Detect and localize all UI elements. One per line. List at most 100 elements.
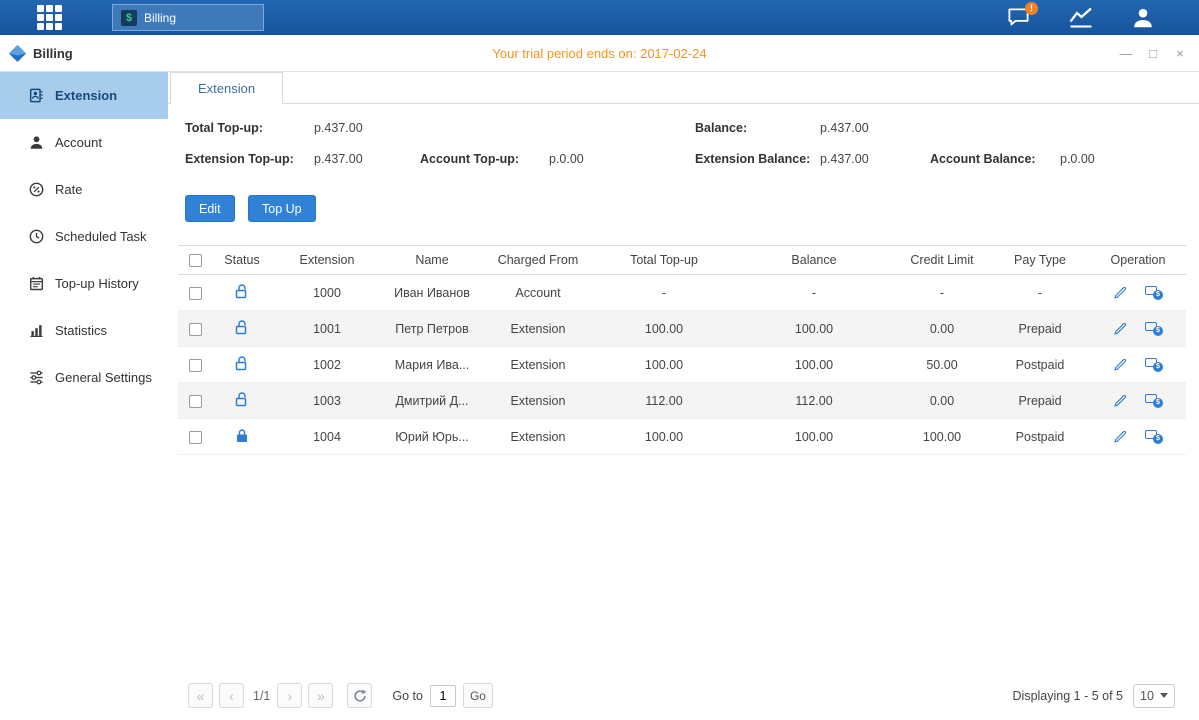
sidebar-item-statistics[interactable]: Statistics xyxy=(0,307,168,354)
cell-charged-from: Extension xyxy=(482,347,594,383)
sidebar-item-extension[interactable]: Extension xyxy=(0,72,168,119)
summary-total-topup: Total Top-up: p.437.00 xyxy=(185,119,695,137)
cell-pay-type: Postpaid xyxy=(990,347,1090,383)
page-size-value: 10 xyxy=(1140,689,1154,703)
edit-button[interactable]: Edit xyxy=(185,195,235,222)
edit-icon[interactable] xyxy=(1113,429,1128,444)
col-status: Status xyxy=(212,246,272,275)
lock-closed-icon xyxy=(235,432,249,446)
select-all-checkbox[interactable] xyxy=(189,254,202,267)
top-up-button[interactable]: Top Up xyxy=(248,195,316,222)
sliders-icon xyxy=(28,370,44,385)
close-button[interactable]: × xyxy=(1173,46,1187,61)
page-indicator: 1/1 xyxy=(253,689,270,703)
table-row: 1002 Мария Ива... Extension 100.00 100.0… xyxy=(178,347,1186,383)
clock-icon xyxy=(28,229,44,244)
cell-extension: 1002 xyxy=(272,347,382,383)
cell-credit-limit: 100.00 xyxy=(894,419,990,455)
cell-credit-limit: 0.00 xyxy=(894,383,990,419)
edit-icon[interactable] xyxy=(1113,357,1128,372)
taskbar-tab-label: Billing xyxy=(144,11,176,25)
displaying-text: Displaying 1 - 5 of 5 xyxy=(1013,689,1123,703)
pagination-summary: Displaying 1 - 5 of 5 10 xyxy=(1013,684,1175,708)
edit-icon[interactable] xyxy=(1113,393,1128,408)
apps-grid-icon[interactable] xyxy=(37,5,62,30)
sidebar-item-label: General Settings xyxy=(55,370,152,385)
edit-icon[interactable] xyxy=(1113,321,1128,336)
topup-icon[interactable]: $ xyxy=(1145,393,1163,408)
cell-balance: 100.00 xyxy=(734,347,894,383)
chevron-down-icon xyxy=(1160,693,1168,698)
billing-app-icon: $ xyxy=(121,10,137,26)
row-checkbox[interactable] xyxy=(189,395,202,408)
cell-balance: - xyxy=(734,275,894,311)
window-title-bar: Billing Your trial period ends on: 2017-… xyxy=(0,35,1199,72)
cell-charged-from: Extension xyxy=(482,419,594,455)
sidebar-item-label: Statistics xyxy=(55,323,107,338)
row-checkbox[interactable] xyxy=(189,323,202,336)
select-all-cell xyxy=(178,246,212,275)
cell-balance: 100.00 xyxy=(734,419,894,455)
cell-name: Мария Ива... xyxy=(382,347,482,383)
first-page-button[interactable]: « xyxy=(188,683,213,708)
cell-charged-from: Account xyxy=(482,275,594,311)
cell-credit-limit: 50.00 xyxy=(894,347,990,383)
col-extension: Extension xyxy=(272,246,382,275)
refresh-icon[interactable] xyxy=(347,683,372,708)
go-button[interactable]: Go xyxy=(463,683,493,708)
main-panel: Extension Total Top-up: p.437.00 Balance… xyxy=(168,72,1199,720)
row-checkbox[interactable] xyxy=(189,287,202,300)
sidebar-item-general-settings[interactable]: General Settings xyxy=(0,354,168,401)
maximize-button[interactable]: □ xyxy=(1146,46,1160,61)
rate-icon xyxy=(28,182,44,197)
cell-extension: 1003 xyxy=(272,383,382,419)
user-icon[interactable] xyxy=(1131,6,1155,30)
goto-page-input[interactable] xyxy=(430,685,456,707)
cell-name: Петр Петров xyxy=(382,311,482,347)
cell-total-topup: - xyxy=(594,275,734,311)
billing-logo-icon xyxy=(8,44,27,63)
minimize-button[interactable]: — xyxy=(1119,46,1133,61)
col-balance: Balance xyxy=(734,246,894,275)
last-page-button[interactable]: » xyxy=(308,683,333,708)
chart-icon[interactable] xyxy=(1068,6,1094,29)
cell-extension: 1001 xyxy=(272,311,382,347)
window-controls: — □ × xyxy=(1119,46,1187,61)
summary-account-topup: Account Top-up: p.0.00 xyxy=(420,150,695,168)
cell-total-topup: 100.00 xyxy=(594,311,734,347)
next-page-button[interactable]: › xyxy=(277,683,302,708)
cell-pay-type: Prepaid xyxy=(990,311,1090,347)
summary-account-balance: Account Balance: p.0.00 xyxy=(930,150,1095,168)
table-row: 1001 Петр Петров Extension 100.00 100.00… xyxy=(178,311,1186,347)
row-checkbox[interactable] xyxy=(189,431,202,444)
cell-charged-from: Extension xyxy=(482,383,594,419)
cell-extension: 1004 xyxy=(272,419,382,455)
edit-icon[interactable] xyxy=(1113,285,1128,300)
sidebar-item-scheduled-task[interactable]: Scheduled Task xyxy=(0,213,168,260)
sidebar-item-topup-history[interactable]: Top-up History xyxy=(0,260,168,307)
row-checkbox[interactable] xyxy=(189,359,202,372)
cell-total-topup: 112.00 xyxy=(594,383,734,419)
cell-name: Юрий Юрь... xyxy=(382,419,482,455)
pagination-bar: « ‹ 1/1 › » Go to Go Displaying 1 - 5 of… xyxy=(168,683,1199,720)
top-bar: $ Billing ! xyxy=(0,0,1199,35)
lock-open-icon xyxy=(235,288,249,302)
topup-icon[interactable]: $ xyxy=(1145,429,1163,444)
chat-icon[interactable]: ! xyxy=(1006,6,1031,29)
lock-open-icon xyxy=(235,360,249,374)
topup-icon[interactable]: $ xyxy=(1145,321,1163,336)
page-size-select[interactable]: 10 xyxy=(1133,684,1175,708)
sidebar-item-rate[interactable]: Rate xyxy=(0,166,168,213)
sidebar-item-account[interactable]: Account xyxy=(0,119,168,166)
person-icon xyxy=(28,135,44,150)
tab-extension[interactable]: Extension xyxy=(170,72,283,104)
notification-badge: ! xyxy=(1025,2,1038,15)
cell-total-topup: 100.00 xyxy=(594,347,734,383)
topup-icon[interactable]: $ xyxy=(1145,357,1163,372)
summary-extension-topup: Extension Top-up: p.437.00 xyxy=(185,150,420,168)
prev-page-button[interactable]: ‹ xyxy=(219,683,244,708)
topup-icon[interactable]: $ xyxy=(1145,285,1163,300)
billing-taskbar-tab[interactable]: $ Billing xyxy=(112,4,264,31)
tab-strip: Extension xyxy=(168,72,1199,104)
col-pay-type: Pay Type xyxy=(990,246,1090,275)
